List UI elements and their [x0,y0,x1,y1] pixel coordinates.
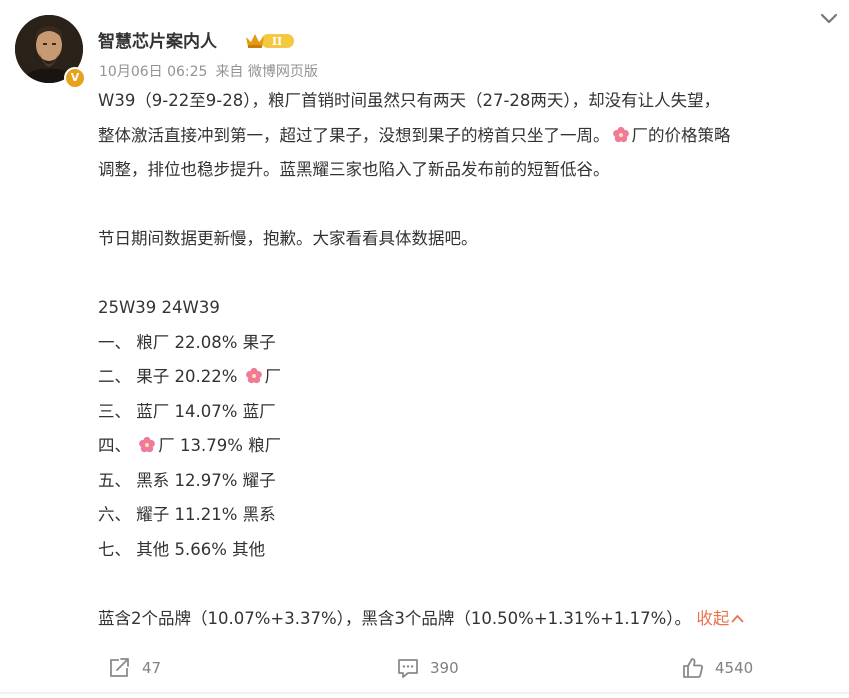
comment-count: 390 [430,659,459,677]
share-button[interactable]: 47 [108,650,161,686]
divider [0,692,849,694]
list-item: 三、 蓝厂 14.07% 蓝厂 [98,401,276,421]
post-source: 来自 微博网页版 [215,64,318,80]
flower-emoji-icon [245,367,262,384]
flower-emoji-icon [612,126,629,142]
post-line: 整体激活直接冲到第一，超过了果子，没想到果子的榜首只坐了一周。 厂的价格策略 [98,125,731,145]
weibo-post: V 智慧芯片案内人 II 10月06日 06:25 来自 微博网页版 W39（9-… [0,0,849,698]
badge-level: II [272,35,282,48]
like-icon [683,658,703,678]
author-name[interactable]: 智慧芯片案内人 [98,27,217,52]
post-content: W39（9-22至9-28），粮厂首销时间虽然只有两天（27-28两天），却没有… [98,84,838,636]
like-button[interactable]: 4540 [681,650,753,686]
verified-badge: V [64,67,86,89]
post-time[interactable]: 10月06日 06:25 [99,64,207,80]
share-count: 47 [142,659,162,677]
post-meta: 10月06日 06:25 来自 微博网页版 [99,61,326,81]
post-line: 节日期间数据更新慢，抱歉。大家看看具体数据吧。 [98,229,478,248]
chevron-down-icon[interactable] [819,12,839,26]
share-icon [110,658,129,677]
collapse-button[interactable]: 收起 [696,609,744,628]
post-footer-line: 蓝含2个品牌（10.07%+3.37%），黑含3个品牌（10.50%+1.31%… [98,602,838,637]
crown-badge-icon[interactable]: II [244,31,296,51]
list-item: 六、 耀子 11.21% 黑系 [98,505,276,524]
flower-emoji-icon [139,436,156,453]
list-item: 二、 果子 20.22% 厂 [98,367,282,386]
comment-icon [398,659,418,678]
list-item: 五、 黑系 12.97% 耀子 [98,470,276,490]
list-item: 四、 厂 13.79% 粮厂 [98,436,282,455]
post-line: W39（9-22至9-28），粮厂首销时间虽然只有两天（27-28两天），却没有… [98,91,721,110]
like-count: 4540 [715,659,754,677]
list-item: 一、 粮厂 22.08% 果子 [98,332,276,352]
list-item: 七、 其他 5.66% 其他 [98,539,266,559]
comment-button[interactable]: 390 [396,650,459,686]
ranking-header: 25W39 24W39 [98,298,220,317]
collapse-chevron-icon [731,614,744,622]
post-line: 调整，排位也稳步提升。蓝黑耀三家也陷入了新品发布前的短暂低谷。 [98,160,610,179]
action-bar: 47 390 4540 [0,650,849,686]
